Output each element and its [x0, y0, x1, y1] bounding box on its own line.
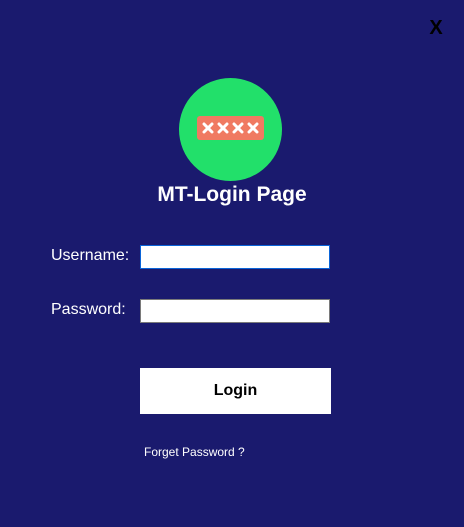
- page-title: MT-Login Page: [157, 183, 307, 206]
- username-label: Username:: [51, 247, 130, 264]
- login-button[interactable]: Login: [140, 368, 331, 414]
- username-field[interactable]: [140, 245, 330, 269]
- close-button[interactable]: X: [426, 16, 446, 40]
- forgot-password-link[interactable]: Forget Password ?: [144, 444, 245, 460]
- logo: [179, 78, 282, 181]
- password-label: Password:: [51, 301, 126, 318]
- password-icon: [197, 116, 264, 140]
- password-field[interactable]: [140, 299, 330, 323]
- login-window: X MT-Login Page Username: Password: Logi…: [0, 0, 464, 527]
